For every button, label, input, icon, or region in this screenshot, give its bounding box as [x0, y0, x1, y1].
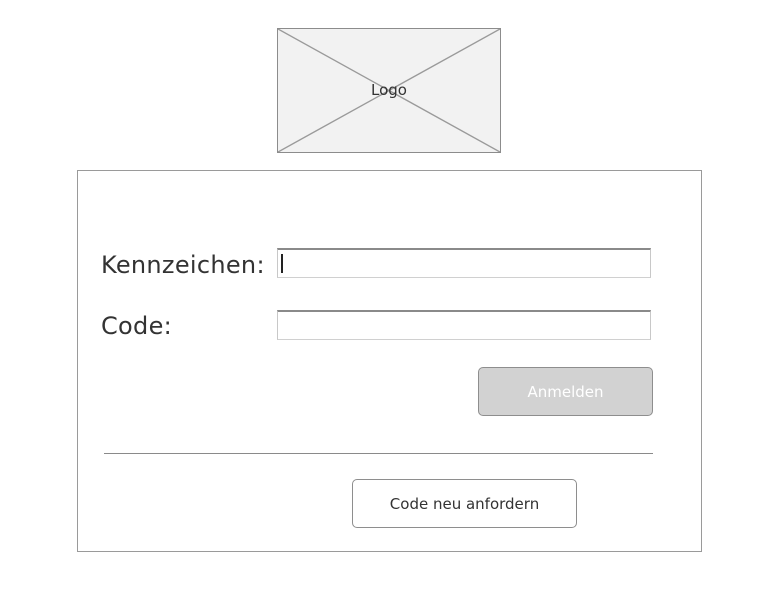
- plate-label: Kennzeichen:: [101, 251, 265, 279]
- text-caret: [281, 254, 283, 273]
- plate-input[interactable]: [277, 248, 651, 278]
- resend-code-button[interactable]: Code neu anfordern: [352, 479, 577, 528]
- code-label: Code:: [101, 312, 173, 340]
- logo-label: Logo: [371, 81, 407, 99]
- logo-placeholder: Logo: [277, 28, 501, 153]
- login-button[interactable]: Anmelden: [478, 367, 653, 416]
- code-input[interactable]: [277, 310, 651, 340]
- login-panel: Kennzeichen: Code: Anmelden Code neu anf…: [77, 170, 702, 552]
- divider: [104, 453, 653, 454]
